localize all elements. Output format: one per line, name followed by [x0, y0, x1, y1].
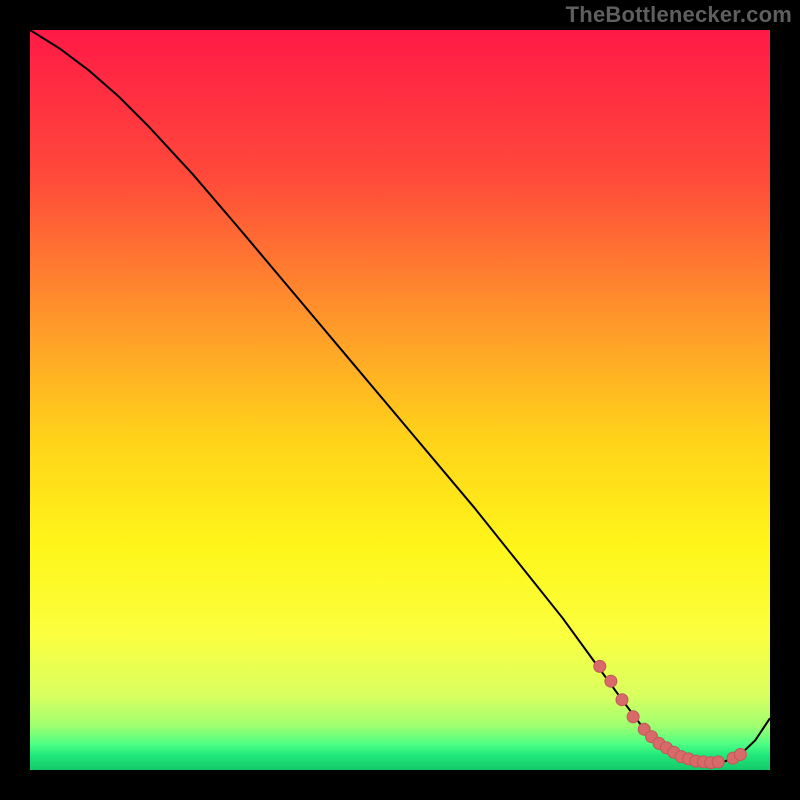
marker-dot	[616, 694, 628, 706]
marker-dot	[627, 711, 639, 723]
chart-area	[30, 30, 770, 770]
marker-dot	[712, 756, 724, 768]
marker-dot	[594, 660, 606, 672]
marker-dot	[605, 675, 617, 687]
frame: TheBottlenecker.com	[0, 0, 800, 800]
chart-svg	[30, 30, 770, 770]
watermark-text: TheBottlenecker.com	[566, 2, 792, 28]
gradient-background	[30, 30, 770, 770]
marker-dot	[734, 748, 746, 760]
